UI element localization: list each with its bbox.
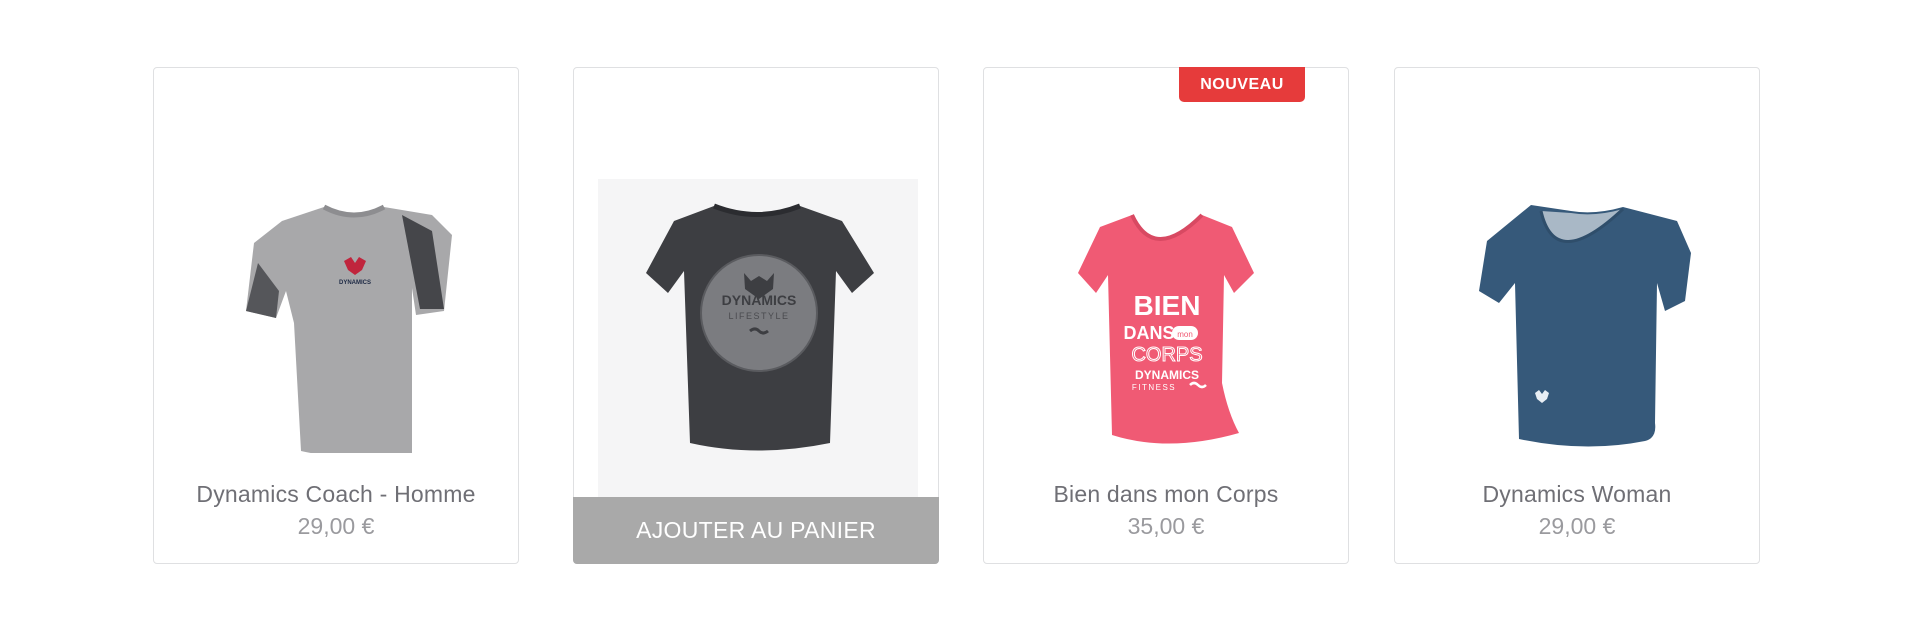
print-text-bien: BIEN bbox=[1134, 290, 1201, 321]
print-text: DYNAMICS bbox=[339, 280, 371, 286]
product-card[interactable]: Dynamics Woman 29,00 € bbox=[1394, 67, 1760, 564]
product-name[interactable]: Dynamics Woman bbox=[1395, 481, 1759, 508]
product-price: 29,00 € bbox=[1538, 513, 1616, 539]
print-text: DYNAMICS bbox=[722, 292, 797, 308]
product-grid: DYNAMICS Dynamics Coach - Homme 29,00 € … bbox=[0, 0, 1920, 640]
product-image-grey-tshirt[interactable]: DYNAMICS bbox=[154, 123, 520, 453]
product-price: 35,00 € bbox=[1127, 513, 1205, 539]
product-card[interactable]: NOUVEAU BIEN DANS mon CORPS DYNAMICS FIT… bbox=[983, 67, 1349, 564]
product-image-pink-tshirt[interactable]: BIEN DANS mon CORPS DYNAMICS FITNESS bbox=[984, 123, 1350, 453]
print-text-dynamics: DYNAMICS bbox=[1135, 368, 1199, 382]
product-name[interactable]: Dynamics Coach - Homme bbox=[154, 481, 518, 508]
product-image-blue-tshirt[interactable] bbox=[1395, 123, 1761, 453]
print-text-dans: DANS bbox=[1123, 323, 1174, 343]
print-text-corps: CORPS bbox=[1131, 344, 1202, 366]
add-to-cart-button[interactable]: AJOUTER AU PANIER bbox=[573, 497, 939, 564]
print-subtext: LIFESTYLE bbox=[728, 311, 789, 321]
product-card-hovered[interactable]: DYNAMICS LIFESTYLE AJOUTER AU PANIER bbox=[573, 67, 939, 564]
product-price: 29,00 € bbox=[297, 513, 375, 539]
product-image-dark-tshirt[interactable]: DYNAMICS LIFESTYLE bbox=[574, 123, 940, 499]
product-name[interactable]: Bien dans mon Corps bbox=[984, 481, 1348, 508]
print-text-fitness: FITNESS bbox=[1132, 383, 1176, 392]
new-badge: NOUVEAU bbox=[1179, 67, 1305, 102]
product-card[interactable]: DYNAMICS Dynamics Coach - Homme 29,00 € bbox=[153, 67, 519, 564]
print-text-mon: mon bbox=[1177, 330, 1193, 339]
